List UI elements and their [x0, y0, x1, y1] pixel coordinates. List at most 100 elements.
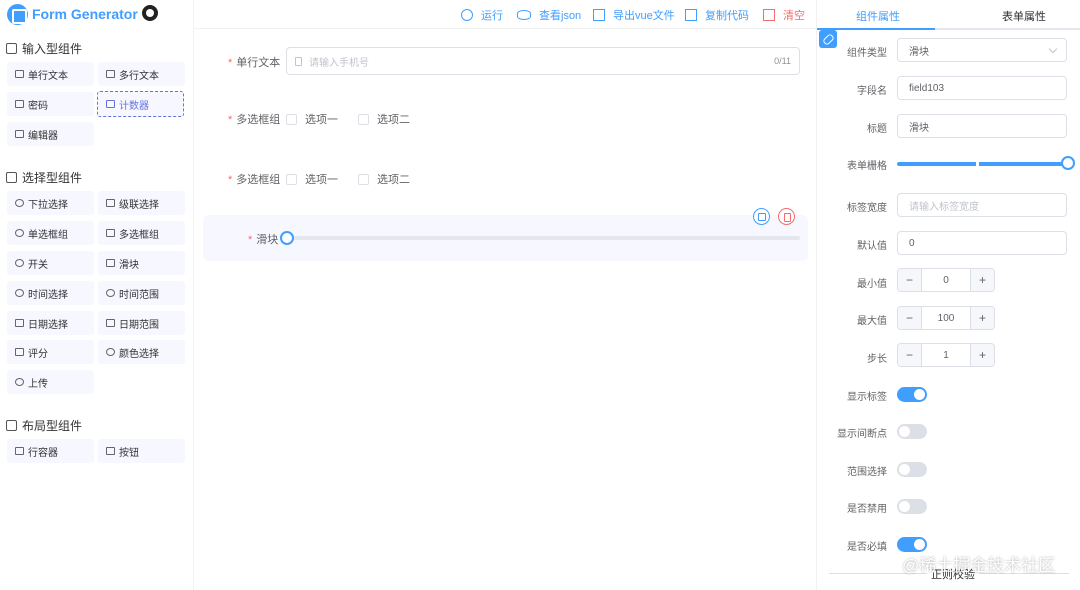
component-slider[interactable]: 滑块	[98, 251, 185, 275]
component-date-range[interactable]: 日期范围	[98, 311, 185, 335]
component-password[interactable]: 密码	[7, 92, 94, 116]
switch-icon	[15, 259, 24, 267]
checkbox[interactable]	[286, 113, 297, 125]
clear-button[interactable]: 清空	[763, 7, 805, 23]
upload-icon	[15, 378, 24, 386]
checkbox[interactable]	[358, 173, 369, 185]
run-button[interactable]: 运行	[461, 7, 503, 23]
component-group-icon	[6, 172, 17, 183]
logo-icon	[7, 3, 28, 25]
tab-component-props[interactable]: 组件属性	[856, 8, 900, 24]
default-value-input[interactable]: 0	[897, 231, 1067, 255]
component-date-picker[interactable]: 日期选择	[7, 311, 94, 335]
component-radio-group[interactable]: 单选框组	[7, 221, 94, 245]
checkbox-option-2[interactable]: 选项二	[358, 171, 410, 187]
minus-icon[interactable]: −	[898, 307, 922, 329]
label-text: 多选框组	[236, 114, 281, 126]
component-rate[interactable]: 评分	[7, 340, 94, 364]
component-counter[interactable]: 计数器	[97, 91, 184, 117]
component-type-select[interactable]: 滑块	[897, 38, 1067, 62]
slider-handle[interactable]	[280, 231, 294, 245]
component-switch[interactable]: 开关	[7, 251, 94, 275]
palette-icon	[106, 348, 115, 356]
step-stepper[interactable]: −1 +	[897, 343, 995, 367]
textarea-icon	[106, 70, 115, 78]
phone-input[interactable]: 请输入手机号 0/11	[286, 47, 800, 75]
checkbox-icon	[106, 229, 115, 237]
component-label: 计数器	[119, 100, 149, 112]
component-time-picker[interactable]: 时间选择	[7, 281, 94, 305]
label-width-label: 标签宽度	[847, 203, 887, 214]
component-label: 日期范围	[119, 319, 159, 331]
max-stepper[interactable]: −100 +	[897, 306, 995, 330]
copy-icon	[685, 9, 697, 21]
component-time-range[interactable]: 时间范围	[98, 281, 185, 305]
app-logo[interactable]: Form Generator	[7, 3, 138, 25]
default-value-label: 默认值	[857, 241, 887, 252]
view-json-button[interactable]: 查看json	[517, 7, 581, 23]
plus-icon[interactable]: +	[970, 307, 994, 329]
checkbox-option-1[interactable]: 选项一	[286, 111, 338, 127]
range-switch[interactable]	[897, 462, 927, 477]
plus-icon[interactable]: +	[970, 269, 994, 291]
component-row-container[interactable]: 行容器	[7, 439, 94, 463]
component-cascader[interactable]: 级联选择	[98, 191, 185, 215]
slider-handle[interactable]	[1061, 156, 1075, 170]
component-color-picker[interactable]: 颜色选择	[98, 340, 185, 364]
calendar-range-icon	[106, 319, 115, 327]
plus-icon[interactable]: +	[970, 344, 994, 366]
step-label: 步长	[867, 354, 887, 365]
required-label: 是否必填	[847, 542, 887, 553]
field-name-input[interactable]: field103	[897, 76, 1067, 100]
disabled-switch[interactable]	[897, 499, 927, 514]
copy-item-icon[interactable]	[753, 208, 770, 225]
min-stepper[interactable]: −0 +	[897, 268, 995, 292]
component-button[interactable]: 按钮	[98, 439, 185, 463]
checkbox-option-1[interactable]: 选项一	[286, 171, 338, 187]
stepper-value[interactable]: 100	[922, 307, 970, 329]
delete-item-icon[interactable]	[778, 208, 795, 225]
github-icon[interactable]	[142, 5, 158, 21]
slider-track[interactable]	[289, 236, 800, 240]
label-width-input[interactable]: 请输入标签宽度	[897, 193, 1067, 217]
minus-icon[interactable]: −	[898, 344, 922, 366]
grid-span-slider[interactable]	[897, 156, 1075, 170]
copy-code-button[interactable]: 复制代码	[685, 7, 749, 23]
title-input[interactable]: 滑块	[897, 114, 1067, 138]
component-single-line-text[interactable]: 单行文本	[7, 62, 94, 86]
input-value: field103	[909, 82, 945, 94]
stepper-value[interactable]: 1	[922, 344, 970, 366]
required-switch[interactable]	[897, 537, 927, 552]
component-label: 单行文本	[28, 70, 68, 82]
checkbox[interactable]	[358, 113, 369, 125]
lock-icon	[15, 100, 24, 108]
export-vue-button[interactable]: 导出vue文件	[593, 7, 675, 23]
checkbox[interactable]	[286, 173, 297, 185]
component-upload[interactable]: 上传	[7, 370, 94, 394]
checkbox-option-2[interactable]: 选项二	[358, 111, 410, 127]
component-group-icon	[6, 43, 17, 54]
slider-form-item[interactable]: * 滑块	[203, 215, 808, 261]
show-label-label: 显示标签	[847, 392, 887, 403]
select-icon	[15, 199, 24, 207]
copy-code-label: 复制代码	[705, 10, 749, 22]
stepper-value[interactable]: 0	[922, 269, 970, 291]
component-label: 时间选择	[28, 289, 68, 301]
field-name-label: 字段名	[857, 86, 887, 97]
form-label-checkbox-2: * 多选框组	[228, 171, 280, 187]
property-tabs: 组件属性 表单属性	[817, 0, 1080, 30]
show-stops-switch[interactable]	[897, 424, 927, 439]
show-label-switch[interactable]	[897, 387, 927, 402]
minus-icon[interactable]: −	[898, 269, 922, 291]
tab-form-props[interactable]: 表单属性	[1002, 8, 1046, 24]
component-editor[interactable]: 编辑器	[7, 122, 94, 146]
component-label: 时间范围	[119, 289, 159, 301]
view-json-label: 查看json	[539, 10, 582, 22]
form-label-text: * 单行文本	[228, 54, 280, 70]
component-label: 多选框组	[119, 229, 159, 241]
component-checkbox-group[interactable]: 多选框组	[98, 221, 185, 245]
slider-icon	[106, 259, 115, 267]
component-select[interactable]: 下拉选择	[7, 191, 94, 215]
component-multi-line-text[interactable]: 多行文本	[98, 62, 185, 86]
component-label: 编辑器	[28, 130, 58, 142]
